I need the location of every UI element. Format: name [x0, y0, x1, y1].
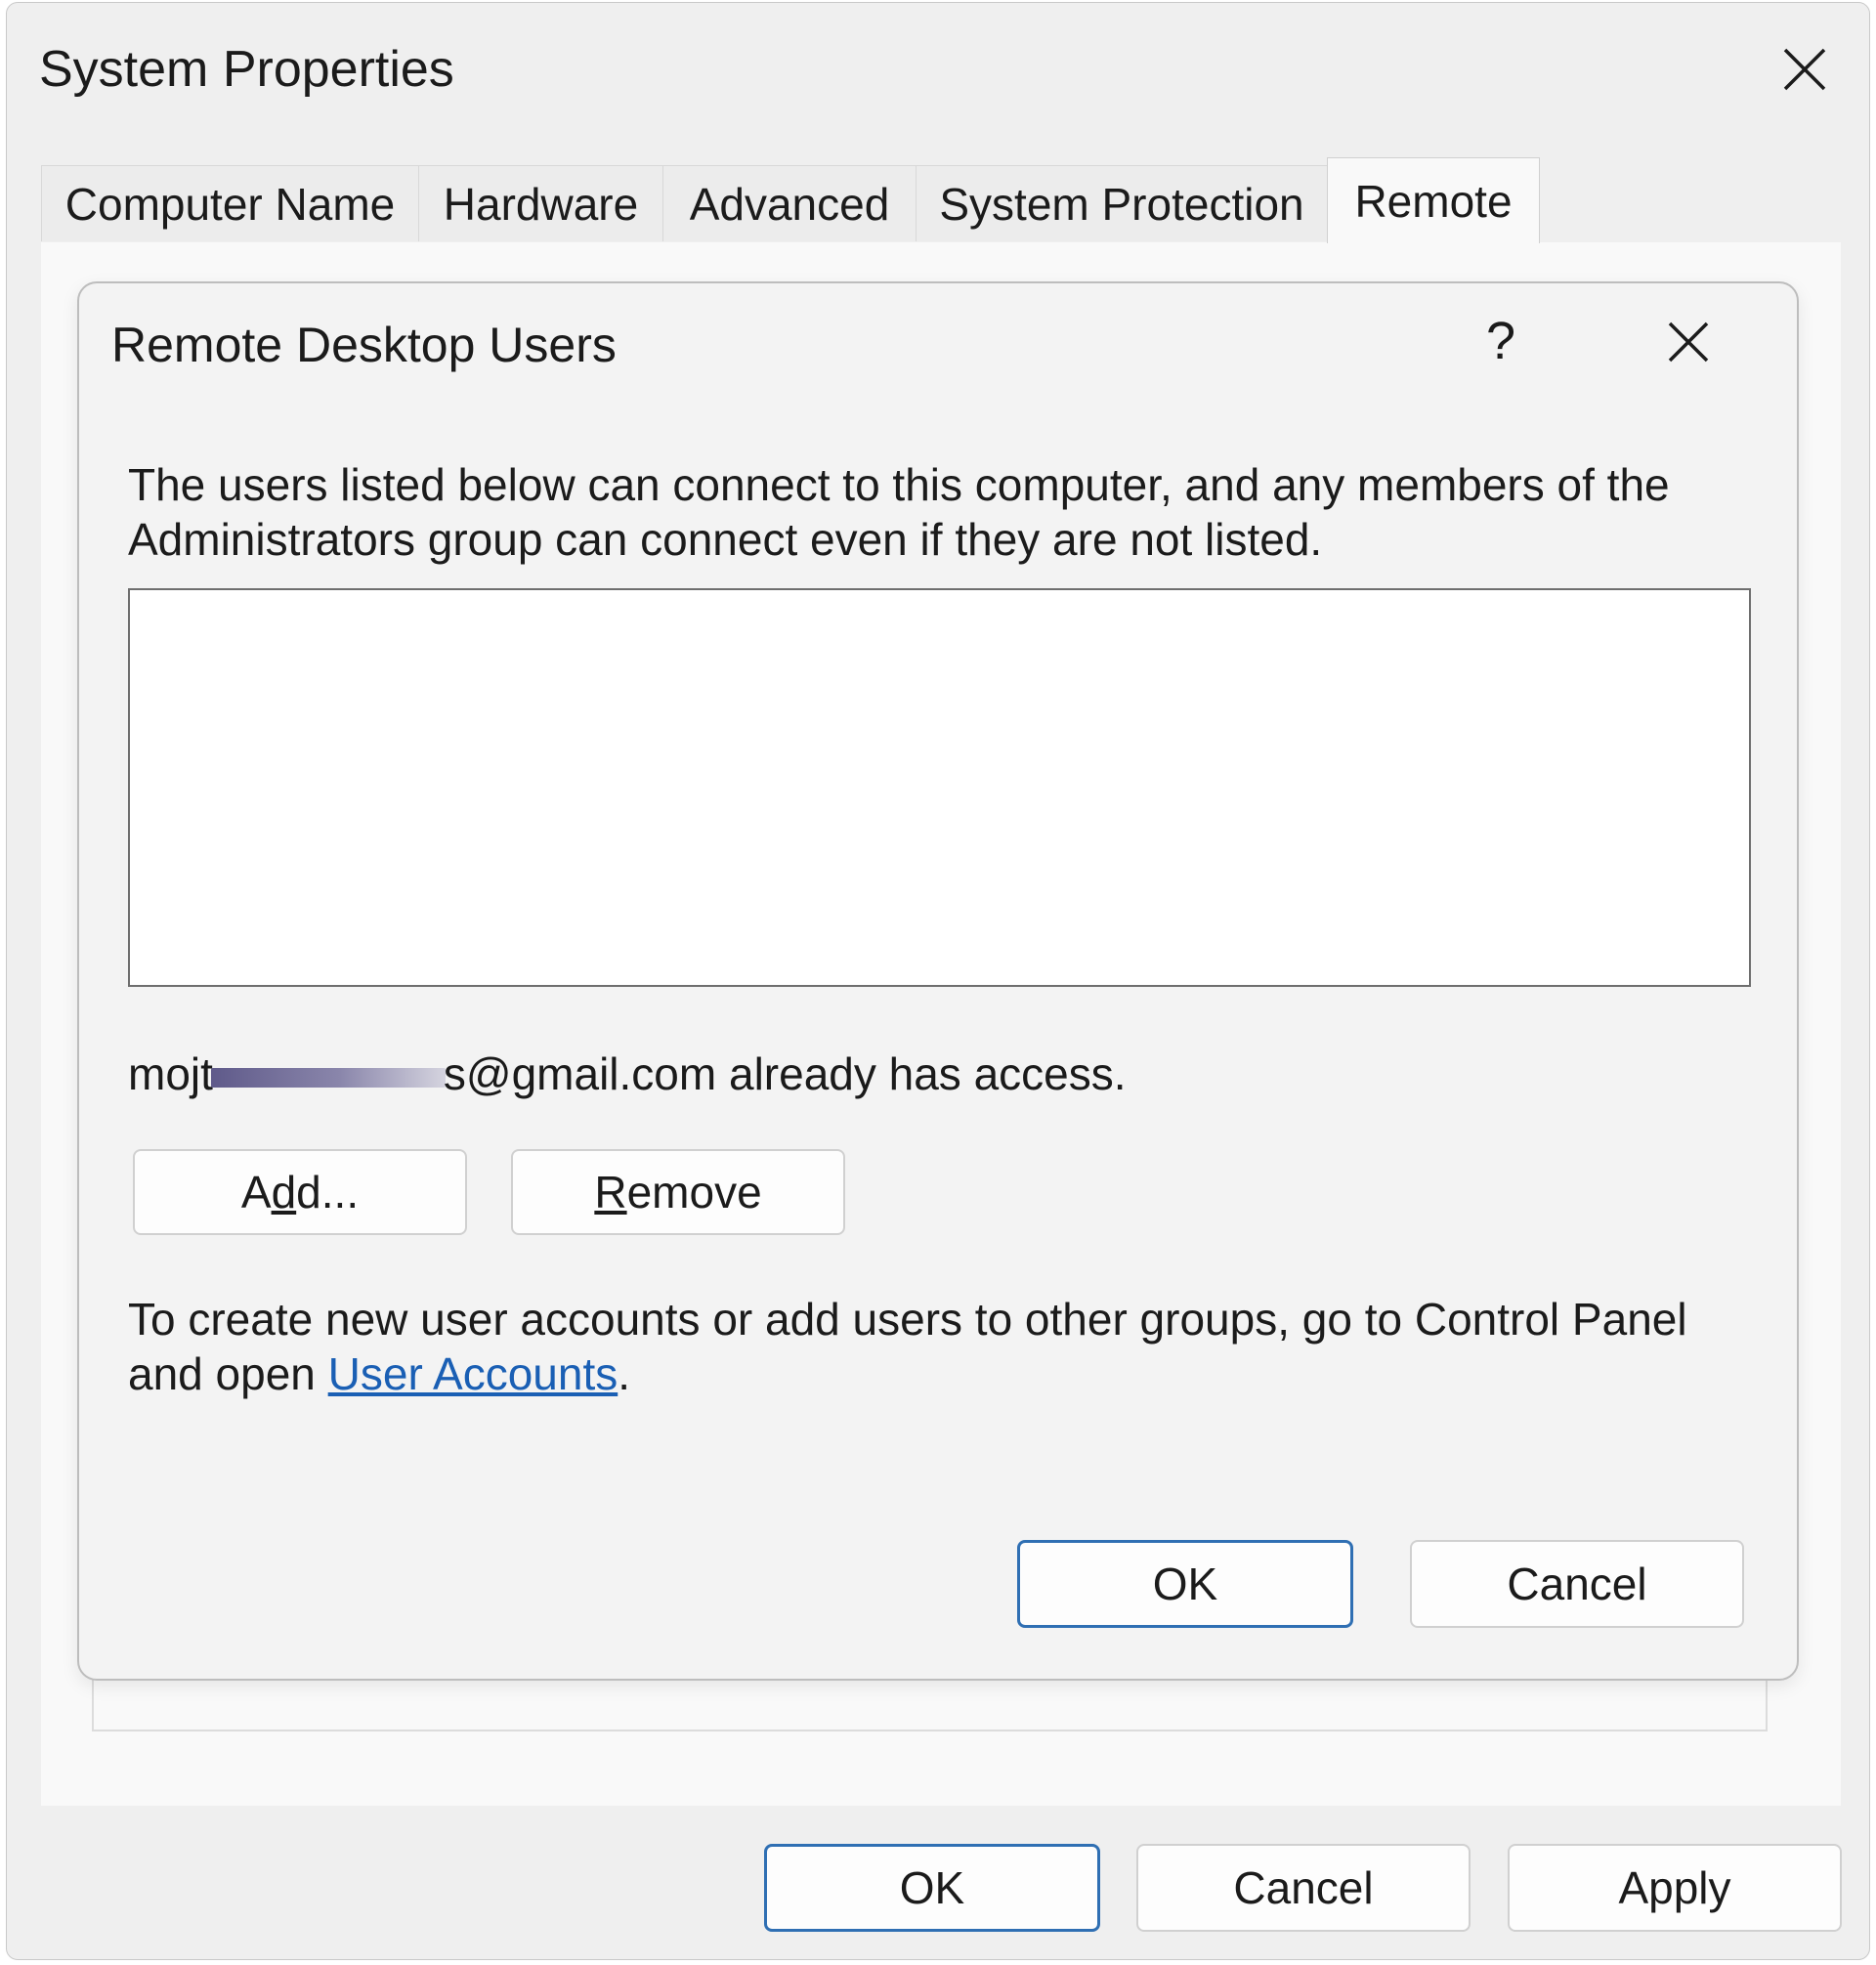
user-accounts-link[interactable]: User Accounts	[328, 1348, 618, 1399]
add-user-button[interactable]: Ad d...	[133, 1149, 467, 1235]
close-icon	[1668, 321, 1709, 363]
footer-line-2: and open User Accounts.	[128, 1346, 1750, 1401]
remote-desktop-users-dialog: Remote Desktop Users ? The users listed …	[77, 281, 1799, 1681]
add-label-part: A	[240, 1167, 272, 1217]
tab-computer-name[interactable]: Computer Name	[41, 165, 419, 241]
close-icon	[1783, 48, 1826, 91]
footer-line-2-suffix: .	[618, 1348, 631, 1399]
remove-user-button[interactable]: Remove	[511, 1149, 845, 1235]
add-mnemonic: d	[271, 1167, 297, 1217]
dialog-ok-button[interactable]: OK	[1017, 1540, 1353, 1628]
description-line-2: Administrators group can connect even if…	[128, 514, 1323, 565]
tab-hardware[interactable]: Hardware	[418, 165, 663, 241]
tab-system-protection[interactable]: System Protection	[916, 165, 1328, 241]
tab-advanced[interactable]: Advanced	[662, 165, 917, 241]
access-email-prefix: mojt	[128, 1048, 213, 1099]
access-email-suffix: s@gmail.com already has access.	[443, 1048, 1127, 1099]
help-button[interactable]: ?	[1467, 307, 1535, 375]
description-text: The users listed below can connect to th…	[128, 457, 1750, 567]
window-close-button[interactable]	[1771, 36, 1838, 103]
users-listbox[interactable]	[128, 588, 1751, 987]
dialog-close-button[interactable]	[1657, 311, 1720, 373]
dialog-title: Remote Desktop Users	[111, 318, 617, 372]
footer-line-2-prefix: and open	[128, 1348, 328, 1399]
access-status-text: mojt s@gmail.com already has access.	[128, 1047, 1127, 1100]
add-label-rest: d...	[296, 1167, 360, 1217]
remove-mnemonic: R	[594, 1167, 627, 1217]
remove-label-rest: emove	[626, 1167, 762, 1217]
footer-text: To create new user accounts or add users…	[128, 1292, 1750, 1401]
footer-line-1: To create new user accounts or add users…	[128, 1294, 1687, 1345]
apply-button[interactable]: Apply	[1508, 1844, 1842, 1932]
redacted-email-segment	[210, 1067, 446, 1088]
tab-remote[interactable]: Remote	[1327, 157, 1540, 243]
window-title: System Properties	[39, 41, 454, 98]
description-line-1: The users listed below can connect to th…	[128, 459, 1670, 510]
ok-button[interactable]: OK	[764, 1844, 1100, 1932]
cancel-button[interactable]: Cancel	[1136, 1844, 1471, 1932]
dialog-cancel-button[interactable]: Cancel	[1410, 1540, 1744, 1628]
